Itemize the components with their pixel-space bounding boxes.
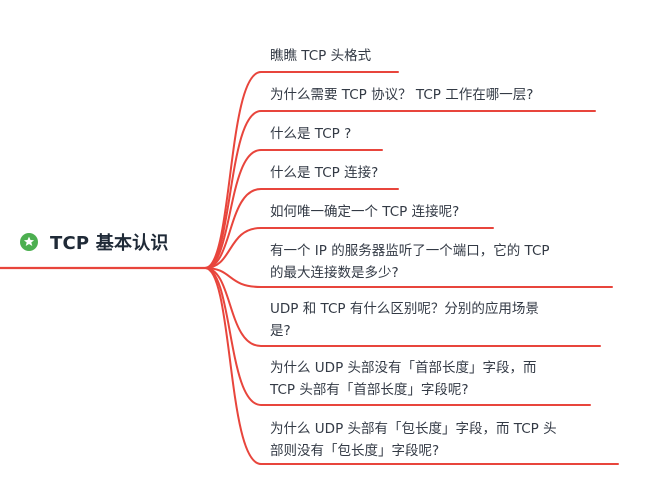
topic-line: 为什么需要 TCP 协议？ TCP 工作在哪一层? <box>270 87 534 103</box>
topic-max-tcp-connections[interactable]: 有一个 IP 的服务器监听了一个端口，它的 TCP 的最大连接数是多少? <box>270 240 550 284</box>
topic-line: 部则没有「包长度」字段呢? <box>270 443 440 459</box>
topic-line: 什么是 TCP 连接? <box>270 165 379 181</box>
topic-line: 为什么 UDP 头部有「包长度」字段，而 TCP 头 <box>270 421 557 437</box>
topic-what-is-tcp[interactable]: 什么是 TCP ? <box>270 123 351 145</box>
topic-line: 的最大连接数是多少? <box>270 265 399 281</box>
topic-line: TCP 头部有「首部长度」字段呢? <box>270 382 469 398</box>
topic-line: 有一个 IP 的服务器监听了一个端口，它的 TCP <box>270 243 550 259</box>
topic-packet-length-field[interactable]: 为什么 UDP 头部有「包长度」字段，而 TCP 头 部则没有「包长度」字段呢? <box>270 418 557 462</box>
root-topic[interactable]: TCP 基本认识 <box>20 229 169 255</box>
topic-line: 如何唯一确定一个 TCP 连接呢? <box>270 204 460 220</box>
mindmap-canvas: TCP 基本认识 瞧瞧 TCP 头格式 为什么需要 TCP 协议？ TCP 工作… <box>0 0 648 479</box>
topic-header-length-field[interactable]: 为什么 UDP 头部没有「首部长度」字段，而 TCP 头部有「首部长度」字段呢? <box>270 357 537 401</box>
topic-udp-vs-tcp[interactable]: UDP 和 TCP 有什么区别呢？分别的应用场景 是? <box>270 298 539 342</box>
topic-line: UDP 和 TCP 有什么区别呢？分别的应用场景 <box>270 301 539 317</box>
topic-what-is-tcp-connection[interactable]: 什么是 TCP 连接? <box>270 162 378 184</box>
topic-line: 瞧瞧 TCP 头格式 <box>270 48 372 64</box>
root-topic-title: TCP 基本认识 <box>50 233 169 254</box>
topic-line: 为什么 UDP 头部没有「首部长度」字段，而 <box>270 360 537 376</box>
star-badge-icon <box>20 233 38 251</box>
topic-line: 什么是 TCP ? <box>270 126 352 142</box>
topic-why-need-tcp[interactable]: 为什么需要 TCP 协议？ TCP 工作在哪一层? <box>270 84 533 106</box>
topic-line: 是? <box>270 323 291 339</box>
topic-unique-tcp-connection[interactable]: 如何唯一确定一个 TCP 连接呢? <box>270 201 459 223</box>
topic-tcp-header-format[interactable]: 瞧瞧 TCP 头格式 <box>270 45 371 67</box>
